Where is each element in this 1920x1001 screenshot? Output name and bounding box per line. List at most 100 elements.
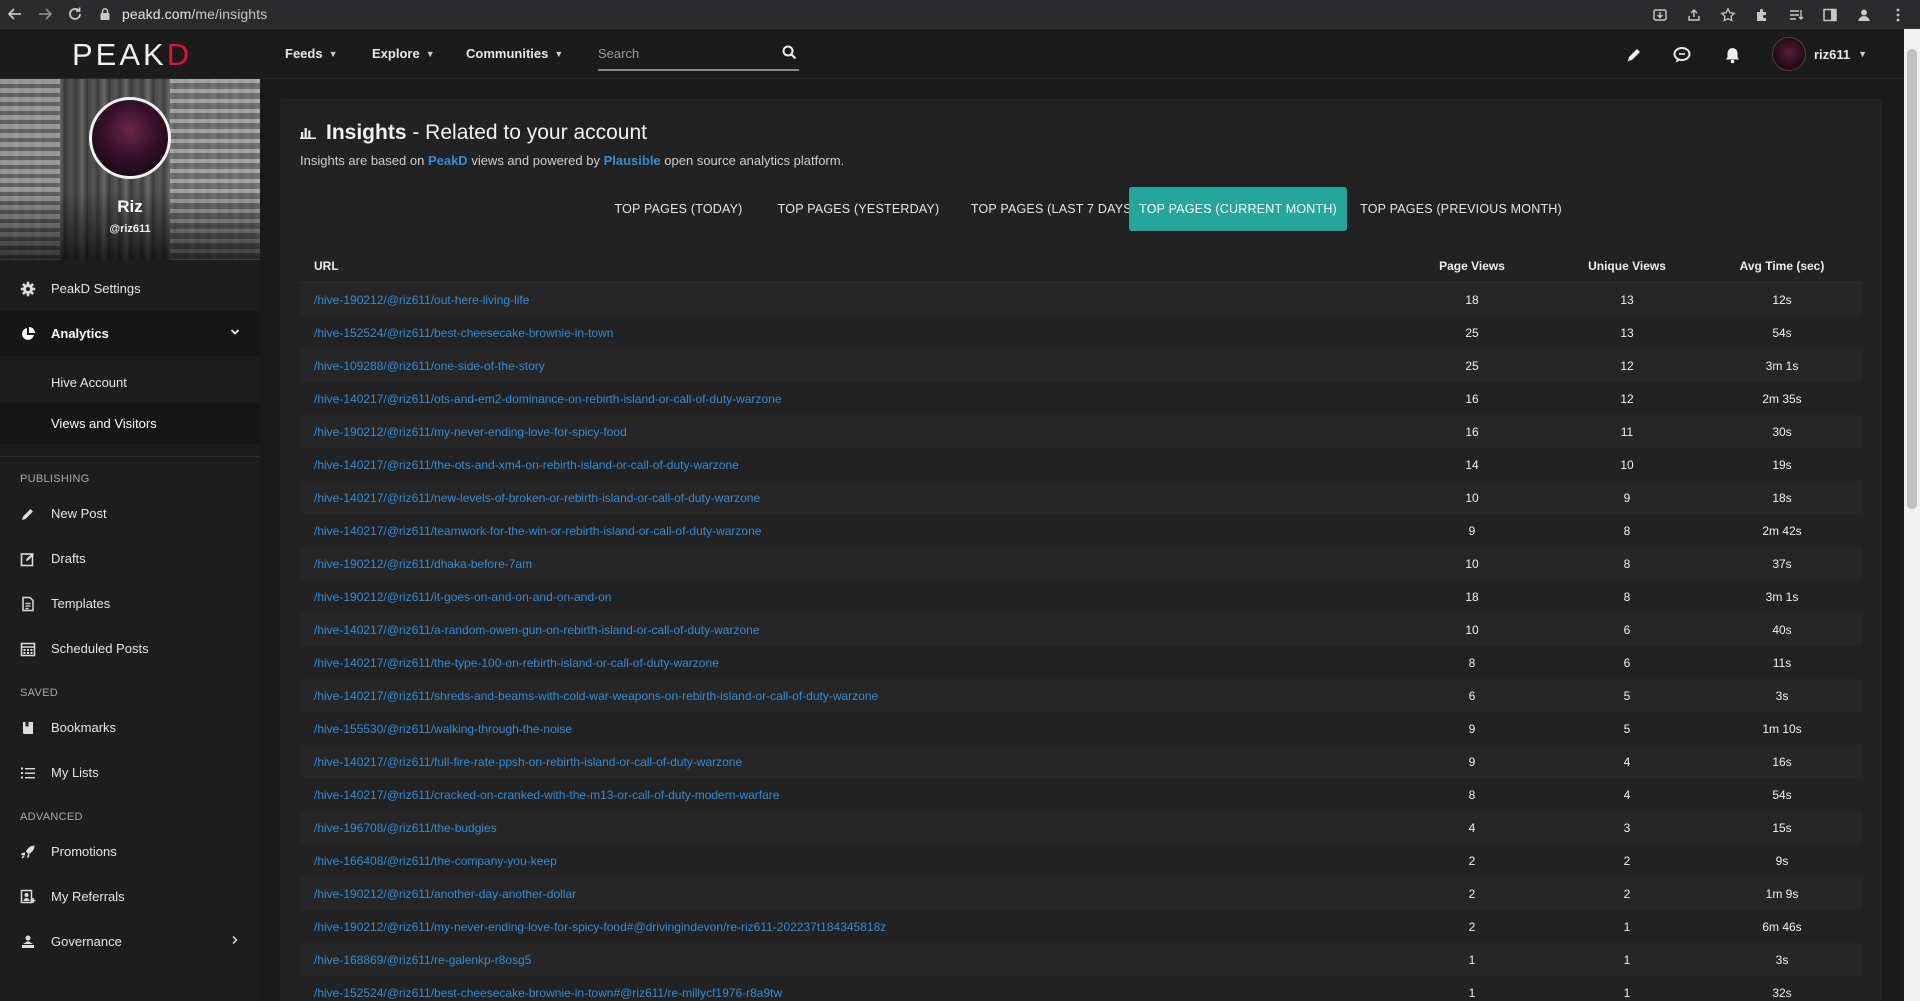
profile-avatar[interactable] bbox=[89, 97, 171, 179]
sidebar-item-promotions[interactable]: Promotions bbox=[0, 829, 260, 874]
sidebar-item-settings[interactable]: PeakD Settings bbox=[0, 266, 260, 311]
avg-time-cell: 1m 10s bbox=[1762, 722, 1802, 736]
page-url-link[interactable]: /hive-190212/@riz611/another-day-another… bbox=[314, 887, 576, 901]
top-pages-table: URL Page Views Unique Views Avg Time (se… bbox=[300, 248, 1862, 1001]
side-panel-icon[interactable] bbox=[1820, 5, 1840, 25]
page-url-link[interactable]: /hive-190212/@riz611/it-goes-on-and-on-a… bbox=[314, 590, 611, 604]
page-url-link[interactable]: /hive-152524/@riz611/best-cheesecake-bro… bbox=[314, 986, 782, 1000]
back-icon[interactable] bbox=[0, 0, 30, 29]
bell-icon[interactable] bbox=[1721, 44, 1743, 66]
page-url-link[interactable]: /hive-166408/@riz611/the-company-you-kee… bbox=[314, 854, 557, 868]
page-url-link[interactable]: /hive-140217/@riz611/teamwork-for-the-wi… bbox=[314, 524, 761, 538]
table-row: /hive-140217/@riz611/the-type-100-on-reb… bbox=[300, 646, 1862, 679]
page-url-link[interactable]: /hive-140217/@riz611/the-type-100-on-reb… bbox=[314, 656, 719, 670]
sidebar-item-label: Templates bbox=[51, 596, 111, 611]
user-menu[interactable]: riz611 ▼ bbox=[1772, 37, 1867, 71]
avg-time-cell: 32s bbox=[1772, 986, 1792, 1000]
page-url-link[interactable]: /hive-140217/@riz611/new-levels-of-broke… bbox=[314, 491, 760, 505]
table-row: /hive-155530/@riz611/walking-through-the… bbox=[300, 712, 1862, 745]
sidebar-item-label: Scheduled Posts bbox=[51, 641, 149, 656]
table-row: /hive-196708/@riz611/the-budgies 4 3 15s bbox=[300, 811, 1862, 844]
sidebar-item-bookmarks[interactable]: Bookmarks bbox=[0, 705, 260, 750]
nav-communities[interactable]: Communities ▼ bbox=[466, 46, 563, 61]
avg-time-cell: 3m 1s bbox=[1765, 359, 1799, 373]
more-options-icon[interactable] bbox=[1888, 5, 1908, 25]
unique-views-cell: 3 bbox=[1623, 821, 1631, 835]
table-row: /hive-168869/@riz611/re-galenkp-r8osg5 1 1… bbox=[300, 943, 1862, 976]
tab-top-pages-previous-month[interactable]: TOP PAGES (PREVIOUS MONTH) bbox=[1347, 187, 1575, 231]
page-url-link[interactable]: /hive-140217/@riz611/ots-and-em2-dominan… bbox=[314, 392, 782, 406]
page-url-link[interactable]: /hive-155530/@riz611/walking-through-the… bbox=[314, 722, 572, 736]
profile-handle: @riz611 bbox=[109, 223, 151, 235]
sidebar-item-my-lists[interactable]: My Lists bbox=[0, 750, 260, 795]
section-advanced: ADVANCED bbox=[20, 811, 83, 823]
chat-icon[interactable] bbox=[1672, 44, 1694, 66]
page-scrollbar[interactable] bbox=[1904, 29, 1920, 1001]
desc-text: open source analytics platform. bbox=[664, 153, 845, 168]
page-url-link[interactable]: /hive-168869/@riz611/re-galenkp-r8osg5 bbox=[314, 953, 531, 967]
share-icon[interactable] bbox=[1684, 5, 1704, 25]
sidebar-subitem-hive-account[interactable]: Hive Account bbox=[0, 362, 260, 403]
page-url-link[interactable]: /hive-140217/@riz611/full-fire-rate-ppsh… bbox=[314, 755, 742, 769]
page-url-link[interactable]: /hive-109288/@riz611/one-side-of-the-sto… bbox=[314, 359, 545, 373]
install-icon[interactable] bbox=[1650, 5, 1670, 25]
nav-feeds[interactable]: Feeds ▼ bbox=[285, 46, 338, 61]
address-bar[interactable]: peakd.com/me/insights bbox=[98, 6, 267, 22]
sidebar-item-label: Bookmarks bbox=[51, 720, 117, 735]
sidebar-item-new-post[interactable]: New Post bbox=[0, 491, 260, 536]
peakd-logo[interactable]: PEAKD bbox=[72, 37, 192, 73]
avg-time-cell: 40s bbox=[1772, 623, 1792, 637]
search-icon[interactable] bbox=[782, 45, 797, 65]
plausible-link[interactable]: Plausible bbox=[604, 153, 661, 168]
desc-text: Insights are based on bbox=[300, 153, 425, 168]
tab-top-pages-yesterday[interactable]: TOP PAGES (YESTERDAY) bbox=[760, 187, 957, 231]
nav-explore[interactable]: Explore ▼ bbox=[372, 46, 435, 61]
sidebar-item-label: New Post bbox=[51, 506, 107, 521]
forward-icon[interactable] bbox=[30, 0, 60, 29]
sidebar-item-drafts[interactable]: Drafts bbox=[0, 536, 260, 581]
peakd-link[interactable]: PeakD bbox=[428, 153, 468, 168]
search-input[interactable] bbox=[598, 46, 768, 61]
page-url-link[interactable]: /hive-190212/@riz611/my-never-ending-lov… bbox=[314, 920, 886, 934]
scrollbar-thumb[interactable] bbox=[1907, 49, 1917, 509]
page-url-link[interactable]: /hive-190212/@riz611/dhaka-before-7am bbox=[314, 557, 532, 571]
page-url-link[interactable]: /hive-140217/@riz611/the-ots-and-xm4-on-… bbox=[314, 458, 739, 472]
sidebar-item-my-referrals[interactable]: My Referrals bbox=[0, 874, 260, 919]
title-bold: Insights bbox=[326, 121, 407, 144]
extensions-icon[interactable] bbox=[1752, 5, 1772, 25]
unique-views-cell: 13 bbox=[1620, 293, 1634, 307]
edit-document-icon bbox=[20, 551, 36, 567]
avg-time-cell: 54s bbox=[1772, 788, 1792, 802]
page-url-link[interactable]: /hive-190212/@riz611/out-here-living-lif… bbox=[314, 293, 529, 307]
reload-icon[interactable] bbox=[60, 0, 90, 29]
star-icon[interactable] bbox=[1718, 5, 1738, 25]
unique-views-cell: 1 bbox=[1623, 920, 1631, 934]
page-url-link[interactable]: /hive-140217/@riz611/shreds-and-beams-wi… bbox=[314, 689, 878, 703]
sidebar-item-scheduled-posts[interactable]: Scheduled Posts bbox=[0, 626, 260, 671]
page-url-link[interactable]: /hive-190212/@riz611/my-never-ending-lov… bbox=[314, 425, 627, 439]
page-url-link[interactable]: /hive-196708/@riz611/the-budgies bbox=[314, 821, 497, 835]
profile-name[interactable]: Riz bbox=[0, 197, 260, 217]
page-views-cell: 9 bbox=[1468, 722, 1476, 736]
page-url-link[interactable]: /hive-140217/@riz611/cracked-on-cranked-… bbox=[314, 788, 779, 802]
sidebar-item-templates[interactable]: Templates bbox=[0, 581, 260, 626]
app-header: PEAKD Feeds ▼ Explore ▼ Communities ▼ riz61… bbox=[0, 29, 1904, 79]
tab-top-pages-today[interactable]: TOP PAGES (TODAY) bbox=[597, 187, 760, 231]
document-icon bbox=[20, 596, 36, 612]
page-url-link[interactable]: /hive-152524/@riz611/best-cheesecake-bro… bbox=[314, 326, 613, 340]
sidebar-item-label: Drafts bbox=[51, 551, 86, 566]
profile-icon[interactable] bbox=[1854, 5, 1874, 25]
tab-top-pages-current-month[interactable]: TOP PAGES (CURRENT MONTH) bbox=[1129, 187, 1347, 231]
tab-top-pages-last-7-days[interactable]: TOP PAGES (LAST 7 DAYS) bbox=[957, 187, 1150, 231]
pencil-icon[interactable] bbox=[1623, 44, 1645, 66]
sidebar-subitem-views-and-visitors[interactable]: Views and Visitors bbox=[0, 403, 260, 444]
unique-views-cell: 1 bbox=[1623, 986, 1631, 1000]
page-views-cell: 16 bbox=[1465, 425, 1479, 439]
sidebar-item-governance[interactable]: Governance bbox=[0, 919, 260, 964]
sidebar-item-analytics[interactable]: Analytics bbox=[0, 311, 260, 356]
avg-time-cell: 1m 9s bbox=[1765, 887, 1799, 901]
unique-views-cell: 12 bbox=[1620, 392, 1634, 406]
unique-views-cell: 2 bbox=[1623, 854, 1631, 868]
page-url-link[interactable]: /hive-140217/@riz611/a-random-owen-gun-o… bbox=[314, 623, 760, 637]
reading-list-icon[interactable] bbox=[1786, 5, 1806, 25]
